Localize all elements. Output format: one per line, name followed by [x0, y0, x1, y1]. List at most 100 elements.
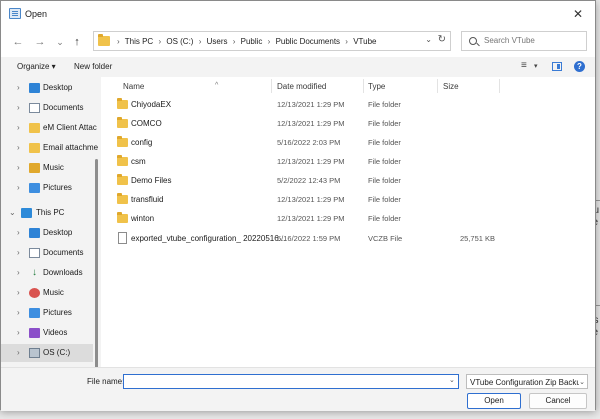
sidebar-item-email-attachments[interactable]: › Email attachme: [1, 139, 98, 157]
sidebar-item-pictures-pc[interactable]: › Pictures: [1, 304, 93, 322]
address-dropdown-icon[interactable]: ⌄: [425, 35, 432, 44]
column-divider[interactable]: [363, 79, 364, 93]
table-row[interactable]: COMCO 12/13/2021 1:29 PM File folder: [113, 115, 583, 133]
documents-icon: [29, 103, 40, 113]
search-input[interactable]: [484, 36, 582, 45]
sidebar-item-desktop-pc[interactable]: › Desktop: [1, 224, 93, 242]
new-folder-button[interactable]: New folder: [74, 62, 112, 71]
breadcrumb-item[interactable]: Users: [207, 37, 228, 46]
chevron-right-icon[interactable]: ›: [17, 288, 20, 297]
breadcrumb-item[interactable]: OS (C:): [166, 37, 193, 46]
file-type-select[interactable]: VTube Configuration Zip Backu ⌄: [466, 374, 588, 389]
table-row[interactable]: exported_vtube_configuration_ 20220516..…: [113, 230, 583, 248]
music-icon: [29, 288, 40, 298]
sidebar-item-label: Documents: [43, 248, 84, 257]
chevron-down-icon: ⌄: [579, 378, 585, 386]
column-header-name[interactable]: Name ^: [123, 82, 218, 91]
column-header-size[interactable]: Size: [443, 82, 459, 91]
forward-arrow-icon[interactable]: →: [31, 33, 49, 51]
file-type: VCZB File: [368, 234, 403, 243]
folder-icon: [29, 123, 40, 133]
chevron-right-icon[interactable]: ›: [17, 103, 20, 112]
refresh-icon[interactable]: ↻: [438, 34, 446, 45]
table-row[interactable]: ChiyodaEX 12/13/2021 1:29 PM File folder: [113, 96, 583, 114]
up-arrow-icon[interactable]: ↑: [68, 33, 86, 51]
sidebar-item-documents[interactable]: › Documents: [1, 99, 93, 117]
sidebar-item-music[interactable]: › Music: [1, 159, 93, 177]
chevron-right-icon[interactable]: ›: [17, 328, 20, 337]
column-divider[interactable]: [271, 79, 272, 93]
breadcrumb-item[interactable]: Public Documents: [276, 37, 340, 46]
close-button[interactable]: ✕: [569, 5, 587, 23]
chevron-right-icon[interactable]: ›: [17, 183, 20, 192]
chevron-down-icon[interactable]: ⌄: [9, 208, 16, 217]
file-type: File folder: [368, 100, 401, 109]
view-options-icon[interactable]: ≡: [521, 60, 527, 71]
file-date: 12/13/2021 1:29 PM: [277, 195, 345, 204]
column-header-date[interactable]: Date modified: [277, 82, 326, 91]
chevron-right-icon[interactable]: ›: [17, 228, 20, 237]
address-bar[interactable]: › This PC › OS (C:) › Users › Public › P…: [93, 31, 451, 51]
sidebar-item-label: Music: [43, 163, 64, 172]
column-divider[interactable]: [499, 79, 500, 93]
breadcrumb-item[interactable]: VTube: [353, 37, 376, 46]
recent-locations-chevron-icon[interactable]: ⌄: [51, 33, 69, 51]
sidebar-item-documents-pc[interactable]: › Documents: [1, 244, 93, 262]
sidebar-item-em-client[interactable]: › eM Client Attac: [1, 119, 97, 137]
back-arrow-icon[interactable]: ←: [9, 33, 27, 51]
sidebar-item-desktop[interactable]: › Desktop: [1, 79, 93, 97]
file-date: 5/2/2022 12:43 PM: [277, 176, 341, 185]
sidebar-item-label: Desktop: [43, 228, 73, 237]
chevron-right-icon[interactable]: ›: [17, 348, 20, 357]
breadcrumb-item[interactable]: Public: [241, 37, 263, 46]
cancel-button[interactable]: Cancel: [529, 393, 587, 409]
table-row[interactable]: winton 12/13/2021 1:29 PM File folder: [113, 210, 583, 228]
chevron-right-icon[interactable]: ›: [17, 83, 20, 92]
file-type: File folder: [368, 176, 401, 185]
sidebar-item-label: Email attachme: [43, 143, 99, 152]
help-icon[interactable]: ?: [574, 61, 585, 72]
sidebar-scrollbar[interactable]: [95, 159, 98, 367]
table-row[interactable]: csm 12/13/2021 1:29 PM File folder: [113, 153, 583, 171]
preview-pane-icon[interactable]: [552, 62, 562, 71]
chevron-right-icon: ›: [267, 37, 271, 46]
chevron-right-icon: ›: [117, 37, 120, 46]
title-bar: Open ✕: [1, 1, 595, 27]
sidebar-item-downloads[interactable]: › ↓ Downloads: [1, 264, 93, 282]
sort-ascending-icon: ^: [215, 82, 219, 89]
file-type: File folder: [368, 195, 401, 204]
search-box[interactable]: [461, 31, 587, 51]
sidebar-item-pictures[interactable]: › Pictures: [1, 179, 93, 197]
open-button[interactable]: Open: [467, 393, 521, 409]
sidebar-item-os-c[interactable]: › OS (C:): [1, 344, 93, 362]
chevron-right-icon[interactable]: ›: [17, 123, 20, 132]
sidebar-item-music-pc[interactable]: › Music: [1, 284, 93, 302]
file-icon: [118, 232, 127, 244]
table-row[interactable]: transfluid 12/13/2021 1:29 PM File folde…: [113, 191, 583, 209]
breadcrumb-item[interactable]: This PC: [125, 37, 153, 46]
chevron-right-icon[interactable]: ›: [17, 163, 20, 172]
column-divider[interactable]: [437, 79, 438, 93]
drive-icon: [29, 348, 40, 358]
folder-icon: [98, 34, 110, 46]
videos-icon: [29, 328, 40, 338]
table-row[interactable]: Demo Files 5/2/2022 12:43 PM File folder: [113, 172, 583, 190]
view-dropdown-icon[interactable]: ▾: [534, 62, 538, 70]
chevron-right-icon[interactable]: ›: [17, 143, 20, 152]
chevron-right-icon[interactable]: ›: [17, 268, 20, 277]
navigation-bar: ← → ⌄ ↑ › This PC › OS (C:) › Users › Pu…: [1, 27, 595, 57]
column-header-type[interactable]: Type: [368, 82, 385, 91]
folder-icon: [117, 117, 128, 128]
chevron-right-icon[interactable]: ›: [17, 248, 20, 257]
file-name-dropdown-icon[interactable]: ⌄: [449, 376, 455, 384]
sidebar-item-label: Music: [43, 288, 64, 297]
table-row[interactable]: config 5/16/2022 2:03 PM File folder: [113, 134, 583, 152]
chevron-right-icon: ›: [232, 37, 236, 46]
pictures-icon: [29, 183, 40, 193]
sidebar-item-videos[interactable]: › Videos: [1, 324, 93, 342]
sidebar-item-this-pc[interactable]: ⌄ This PC: [1, 204, 93, 222]
organize-button[interactable]: Organize ▾: [17, 62, 56, 71]
chevron-right-icon[interactable]: ›: [17, 308, 20, 317]
column-header-label: Name: [123, 82, 145, 91]
file-name-input[interactable]: [123, 374, 459, 389]
